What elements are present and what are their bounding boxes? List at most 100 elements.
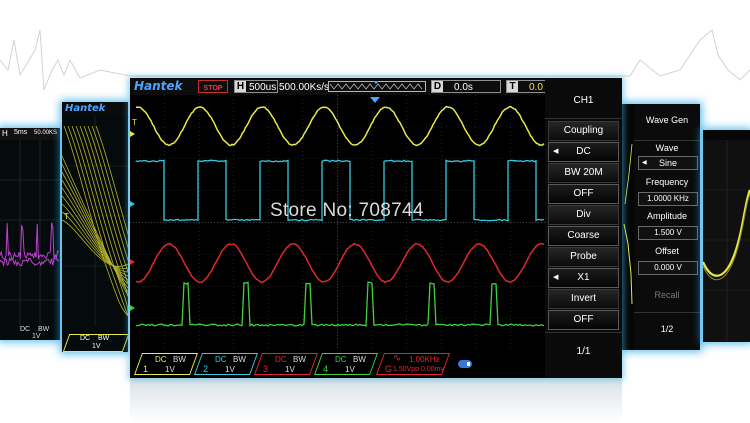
right-scope-panel <box>703 130 750 342</box>
menu-item-4[interactable]: Div <box>548 205 619 225</box>
second-scope-panel: Hantek T DC BW 1V <box>62 102 128 352</box>
timebase-box[interactable]: H 500us <box>234 80 278 93</box>
channel-1-status-card[interactable]: 1 DC BW 1V <box>134 353 198 375</box>
offset-field[interactable]: 0.000 V <box>638 261 698 275</box>
menu-item-label: X1 <box>577 272 589 283</box>
right-waveform-plot <box>703 140 750 342</box>
store-watermark: Store No: 708744 <box>270 200 424 222</box>
wave-gen-page-indicator: 1/2 <box>634 324 700 334</box>
menu-item-label: OFF <box>574 314 594 325</box>
channel-number: 4 <box>323 365 328 374</box>
recall-button[interactable]: Recall <box>634 290 700 300</box>
left-ch-scale: 1V <box>32 333 41 340</box>
scope-reflection <box>130 378 622 423</box>
delay-label: D <box>432 81 443 92</box>
trigger-level-label: T <box>507 81 518 92</box>
generator-amplitude: 1.50Vpp 0.00mv <box>393 365 444 374</box>
generator-number: G <box>385 365 392 374</box>
menu-item-1[interactable]: ◀ DC <box>548 142 619 162</box>
menu-item-label: Coarse <box>567 230 599 241</box>
scope-brand-logo: Hantek <box>134 79 183 93</box>
menu-item-label: Invert <box>571 293 596 304</box>
second-waveform-plot <box>62 116 128 326</box>
memory-depth-bar <box>328 81 426 92</box>
amplitude-label: Amplitude <box>634 211 700 221</box>
channel-status-bar: 1 DC BW 1V 2 DC BW 1V 3 DC BW 1V 4 DC BW 1V G ∿ 1.00KHz… <box>130 350 545 378</box>
sine-wave-icon: ∿ <box>393 354 401 363</box>
menu-item-6[interactable]: Probe <box>548 247 619 267</box>
channel-bw: BW <box>233 355 246 364</box>
menu-item-8[interactable]: Invert <box>548 289 619 309</box>
second-trigger-marker: T <box>64 212 69 221</box>
channel-number: 1 <box>143 365 148 374</box>
generator-status-card[interactable]: G ∿ 1.00KHz 1.50Vpp 0.00mv <box>376 353 450 375</box>
frequency-value: 1.0000 KHz <box>639 194 697 203</box>
wave-select[interactable]: ◀ Sine <box>638 156 698 170</box>
menu-item-label: Probe <box>570 251 597 262</box>
channel-number: 2 <box>203 365 208 374</box>
channel-scale: 1V <box>165 365 175 374</box>
channel-coupling: DC <box>335 355 347 364</box>
waveform-plot-area: T <box>130 95 545 350</box>
main-oscilloscope-screen: Hantek STOP H 500us 500.00Ks/s D 0.0s T … <box>130 78 622 378</box>
run-stop-indicator[interactable]: STOP <box>198 80 228 93</box>
menu-page-indicator: 1/1 <box>545 346 622 357</box>
channel-coupling: DC <box>155 355 167 364</box>
timebase-label: H <box>235 81 246 92</box>
channel-scale: 1V <box>225 365 235 374</box>
delay-box[interactable]: D 0.0s <box>431 80 501 93</box>
channel-coupling: DC <box>215 355 227 364</box>
channel-bw: BW <box>173 355 186 364</box>
menu-item-label: BW 20M <box>564 167 602 178</box>
trigger-level-value: 0.0 <box>529 81 543 94</box>
offset-label: Offset <box>634 246 700 256</box>
usb-status-icon <box>458 358 474 370</box>
generator-frequency: 1.00KHz <box>409 355 440 364</box>
channel-bw: BW <box>293 355 306 364</box>
delay-value: 0.0s <box>454 81 473 94</box>
wave-gen-title: Wave Gen <box>634 115 700 125</box>
left-timebase-value: 5ms <box>14 129 27 136</box>
second-ch-bw: BW <box>98 335 109 342</box>
menu-item-2[interactable]: BW 20M <box>548 163 619 183</box>
frequency-field[interactable]: 1.0000 KHz <box>638 192 698 206</box>
channel-coupling: DC <box>275 355 287 364</box>
ch1-settings-menu: CH1 Coupling ◀ DC BW 20M OFF Div Coarse Probe ◀ X… <box>545 78 622 378</box>
second-ch-coupling: DC <box>80 335 90 342</box>
frequency-label: Frequency <box>634 177 700 187</box>
offset-value: 0.000 V <box>639 263 697 272</box>
amplitude-field[interactable]: 1.500 V <box>638 226 698 240</box>
wave-gen-waveform-sliver <box>622 104 634 350</box>
left-scope-panel: H 5ms 50.00KS DC BW 1V <box>0 128 60 340</box>
menu-item-label: Div <box>576 209 590 220</box>
channel-2-status-card[interactable]: 2 DC BW 1V <box>194 353 258 375</box>
menu-select-arrow-icon: ◀ <box>553 143 558 161</box>
trigger-level-box[interactable]: T 0.0 <box>506 80 545 93</box>
menu-select-arrow-icon: ◀ <box>553 269 558 287</box>
left-ch-bw: BW <box>38 326 49 333</box>
menu-title: CH1 <box>545 95 622 106</box>
menu-item-label: DC <box>576 146 590 157</box>
ch1-trigger-marker[interactable]: T <box>132 118 137 127</box>
channel-bw: BW <box>353 355 366 364</box>
channel-4-status-card[interactable]: 4 DC BW 1V <box>314 353 378 375</box>
channel-number: 3 <box>263 365 268 374</box>
wave-gen-panel: Wave Gen Wave ◀ Sine Frequency 1.0000 KH… <box>622 104 700 350</box>
channel-scale: 1V <box>345 365 355 374</box>
menu-item-5[interactable]: Coarse <box>548 226 619 246</box>
menu-item-0[interactable]: Coupling <box>548 121 619 141</box>
sample-rate: 500.00Ks/s <box>279 82 329 93</box>
left-waveform-plot <box>0 140 60 330</box>
left-ch-coupling: DC <box>20 326 30 333</box>
scope-top-bar: Hantek STOP H 500us 500.00Ks/s D 0.0s T … <box>130 78 545 95</box>
menu-item-9[interactable]: OFF <box>548 310 619 330</box>
left-timebase-label: H <box>2 129 8 138</box>
wave-label: Wave <box>634 143 700 153</box>
timebase-value: 500us <box>249 81 276 94</box>
menu-item-3[interactable]: OFF <box>548 184 619 204</box>
menu-item-label: Coupling <box>564 125 603 136</box>
menu-item-label: OFF <box>574 188 594 199</box>
channel-3-status-card[interactable]: 3 DC BW 1V <box>254 353 318 375</box>
run-stop-text: STOP <box>204 85 223 92</box>
menu-item-7[interactable]: ◀ X1 <box>548 268 619 288</box>
